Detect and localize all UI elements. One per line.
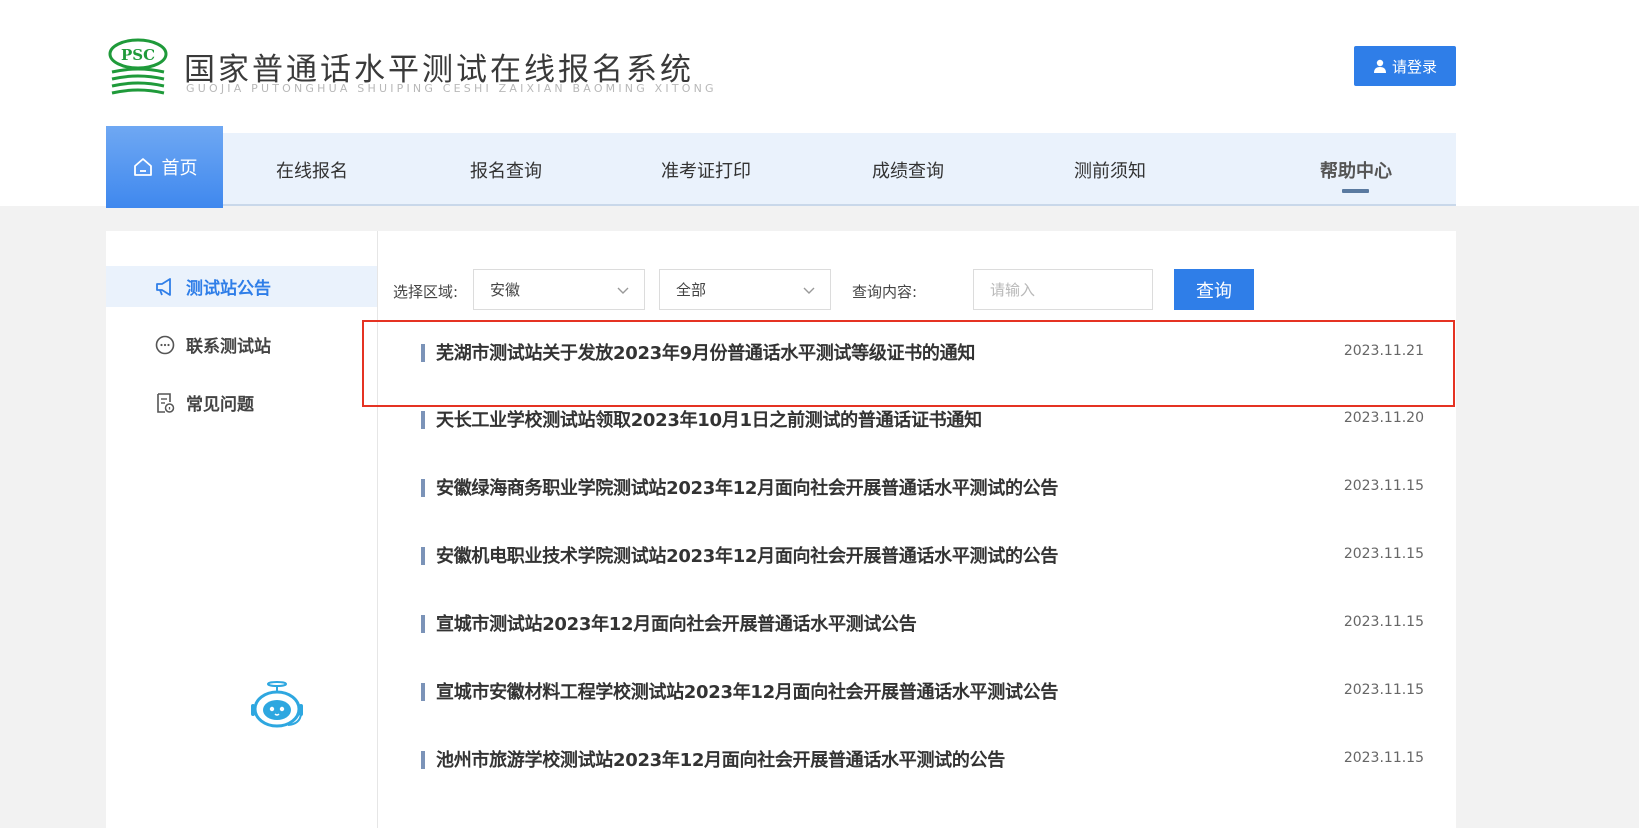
news-bullet (421, 479, 425, 497)
megaphone-icon (156, 277, 171, 296)
scope-select[interactable]: 全部 (659, 269, 831, 310)
sidebar-item-label: 测试站公告 (186, 279, 271, 299)
query-label: 查询内容: (852, 282, 918, 301)
news-title[interactable]: 安徽机电职业技术学院测试站2023年12月面向社会开展普通话水平测试的公告 (436, 542, 1058, 568)
news-item[interactable]: 安徽绿海商务职业学院测试站2023年12月面向社会开展普通话水平测试的公告 20… (393, 454, 1456, 522)
news-date: 2023.11.15 (1343, 750, 1424, 766)
nav-item-pre-test-notice[interactable]: 测前须知 (1050, 133, 1170, 206)
news-title[interactable]: 安徽绿海商务职业学院测试站2023年12月面向社会开展普通话水平测试的公告 (436, 474, 1058, 500)
news-date: 2023.11.15 (1343, 614, 1424, 630)
news-date: 2023.11.15 (1343, 546, 1424, 562)
chevron-down-icon (617, 287, 629, 294)
sidebar: 测试站公告 联系测试站 常见问题 (106, 231, 378, 828)
robot-assistant-icon[interactable] (248, 680, 306, 730)
svg-text:PSC: PSC (121, 46, 155, 64)
news-date: 2023.11.21 (1343, 343, 1424, 359)
sidebar-item-label: 常见问题 (186, 395, 254, 415)
news-item[interactable]: 安徽机电职业技术学院测试站2023年12月面向社会开展普通话水平测试的公告 20… (393, 522, 1456, 590)
news-bullet (421, 344, 425, 362)
nav-home[interactable]: 首页 (106, 126, 223, 208)
scope-select-value: 全部 (676, 281, 707, 299)
document-question-icon (157, 392, 175, 413)
news-date: 2023.11.20 (1343, 410, 1424, 426)
news-title[interactable]: 池州市旅游学校测试站2023年12月面向社会开展普通话水平测试的公告 (436, 746, 1005, 772)
news-title[interactable]: 天长工业学校测试站领取2023年10月1日之前测试的普通话证书通知 (436, 406, 982, 432)
news-bullet (421, 411, 425, 429)
news-item[interactable]: 天长工业学校测试站领取2023年10月1日之前测试的普通话证书通知 2023.1… (393, 386, 1456, 454)
nav-home-label: 首页 (161, 158, 198, 179)
site-logo[interactable]: PSC 国家普通话水平测试在线报名系统 GUOJIA PUTONGHUA SHU… (106, 38, 714, 100)
chevron-down-icon (803, 287, 815, 294)
nav-item-score-query[interactable]: 成绩查询 (848, 133, 968, 206)
news-date: 2023.11.15 (1343, 682, 1424, 698)
home-icon (133, 158, 152, 176)
query-button[interactable]: 查询 (1174, 269, 1254, 310)
nav-item-admission-ticket[interactable]: 准考证打印 (636, 133, 776, 206)
login-label: 请登录 (1391, 57, 1437, 76)
sidebar-item-contact[interactable]: 联系测试站 (106, 324, 377, 365)
news-title[interactable]: 宣城市安徽材料工程学校测试站2023年12月面向社会开展普通话水平测试公告 (436, 678, 1058, 704)
nav-item-registration-query[interactable]: 报名查询 (446, 133, 566, 206)
news-item[interactable]: 宣城市安徽材料工程学校测试站2023年12月面向社会开展普通话水平测试公告 20… (393, 658, 1456, 726)
user-icon (1373, 59, 1386, 73)
news-item[interactable]: 芜湖市测试站关于发放2023年9月份普通话水平测试等级证书的通知 2023.11… (393, 319, 1456, 387)
news-item[interactable]: 池州市旅游学校测试站2023年12月面向社会开展普通话水平测试的公告 2023.… (393, 726, 1456, 794)
chat-icon (155, 335, 175, 354)
region-select-value: 安徽 (490, 281, 521, 299)
login-button[interactable]: 请登录 (1354, 46, 1456, 86)
help-underline (1342, 189, 1369, 193)
site-subtitle: GUOJIA PUTONGHUA SHUIPING CESHI ZAIXIAN … (186, 82, 717, 95)
news-bullet (421, 547, 425, 565)
news-title[interactable]: 芜湖市测试站关于发放2023年9月份普通话水平测试等级证书的通知 (436, 339, 975, 365)
nav-item-online-registration[interactable]: 在线报名 (252, 133, 372, 206)
news-bullet (421, 751, 425, 769)
region-select[interactable]: 安徽 (473, 269, 645, 310)
news-bullet (421, 683, 425, 701)
news-title[interactable]: 宣城市测试站2023年12月面向社会开展普通话水平测试公告 (436, 610, 917, 636)
sidebar-item-announcements[interactable]: 测试站公告 (106, 266, 377, 307)
news-item[interactable]: 宣城市测试站2023年12月面向社会开展普通话水平测试公告 2023.11.15 (393, 590, 1456, 658)
nav-item-help-center[interactable]: 帮助中心 (1296, 133, 1416, 206)
news-bullet (421, 615, 425, 633)
region-label: 选择区域: (393, 282, 459, 301)
psc-logo-icon: PSC (108, 38, 168, 95)
sidebar-item-label: 联系测试站 (186, 337, 271, 357)
main-nav: 首页 在线报名 报名查询 准考证打印 成绩查询 测前须知 帮助中心 (106, 126, 1456, 208)
search-input[interactable] (973, 269, 1153, 310)
news-date: 2023.11.15 (1343, 478, 1424, 494)
sidebar-item-faq[interactable]: 常见问题 (106, 382, 377, 423)
content-panel: 测试站公告 联系测试站 常见问题 选择区域: 安徽 全部 查询内容: 请输入 查… (106, 231, 1456, 828)
